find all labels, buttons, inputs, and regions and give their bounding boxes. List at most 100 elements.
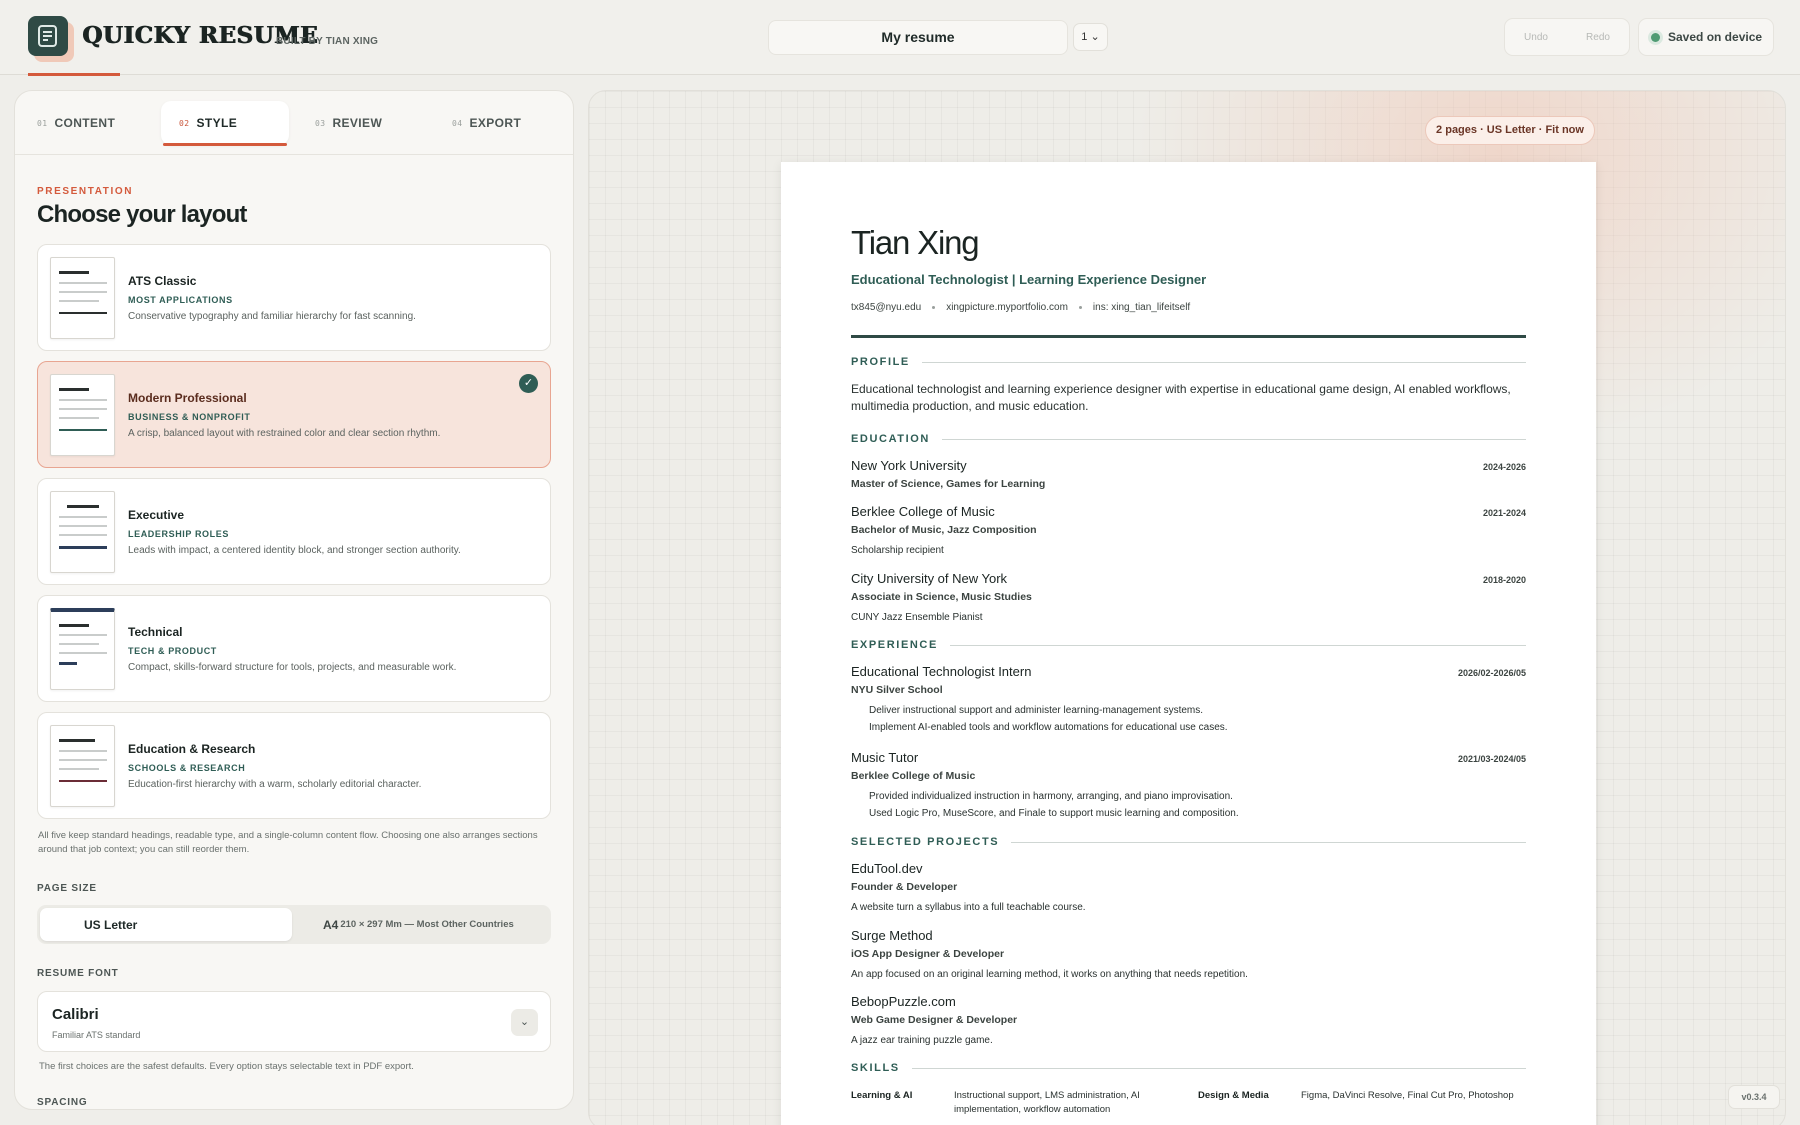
experience-role: Music Tutor [851, 750, 919, 765]
resume-name: Tian Xing [851, 224, 980, 261]
tab-export[interactable]: 04 EXPORT [434, 101, 562, 145]
project-name: BebopPuzzle.com [851, 994, 956, 1009]
project-role: Web Game Designer & Developer [851, 1014, 1018, 1026]
tab-number: 01 [37, 118, 48, 128]
undo-button[interactable]: Undo [1524, 32, 1548, 43]
skill-values: Figma, DaVinci Resolve, Final Cut Pro, P… [1301, 1090, 1514, 1101]
skill-category: Learning & AI [851, 1090, 913, 1101]
education-degree: Master of Science, Games for Learning [851, 478, 1046, 490]
layout-description: Compact, skills-forward structure for to… [128, 662, 457, 673]
experience-org: Berklee College of Music [851, 770, 976, 782]
tab-label: REVIEW [332, 116, 383, 130]
education-degree: Associate in Science, Music Studies [851, 591, 1032, 603]
layout-thumbnail [50, 725, 115, 807]
layout-thumbnail [50, 374, 115, 456]
document-icon [38, 25, 57, 47]
education-note: Scholarship recipient [851, 545, 944, 556]
contact-instagram: ins: xing_tian_lifeitself [1092, 302, 1191, 313]
brand-subtitle: BUILT BY TIAN XING [276, 36, 379, 47]
project-description: A jazz ear training puzzle game. [851, 1035, 993, 1046]
project-description: An app focused on an original learning m… [851, 969, 1248, 980]
status-dot-icon [1651, 32, 1660, 42]
style-panel: 01 CONTENT 02 STYLE 03 REVIEW 04 EXPORT … [14, 90, 574, 1110]
layout-thumbnail [50, 608, 115, 690]
tab-review[interactable]: 03 REVIEW [297, 101, 425, 145]
layout-card-education-research[interactable]: Education & Research SCHOOLS & RESEARCH … [37, 712, 551, 819]
page-size-a4[interactable]: A4 210 × 297 Mm — Most Other Countries [296, 908, 548, 941]
layout-name: Education & Research [128, 742, 256, 756]
layout-note: All five keep standard headings, readabl… [38, 830, 538, 855]
redo-button[interactable]: Redo [1586, 32, 1610, 43]
resume-font-label: RESUME FONT [37, 968, 119, 979]
resume-contact: tx845@nyu.edu xingpicture.myportfolio.co… [851, 302, 1190, 313]
page-size-label: PAGE SIZE [37, 883, 97, 894]
spacing-label: SPACING [37, 1097, 88, 1108]
tab-label: STYLE [196, 116, 238, 130]
tab-content[interactable]: 01 CONTENT [19, 101, 147, 145]
layout-description: A crisp, balanced layout with restrained… [128, 428, 441, 439]
project-role: iOS App Designer & Developer [851, 948, 1005, 960]
layout-card-ats-classic[interactable]: ATS Classic MOST APPLICATIONS Conservati… [37, 244, 551, 351]
section-heading-education: EDUCATION [851, 433, 1526, 445]
tab-number: 02 [179, 118, 190, 128]
resume-headline: Educational Technologist | Learning Expe… [851, 272, 1207, 287]
layout-name: Technical [128, 625, 183, 639]
section-heading-experience: EXPERIENCE [851, 639, 1526, 651]
header-rule [851, 335, 1526, 338]
resume-page: Tian Xing Educational Technologist | Lea… [781, 162, 1596, 1125]
layout-description: Leads with impact, a centered identity b… [128, 545, 461, 556]
layout-tag: SCHOOLS & RESEARCH [128, 763, 246, 773]
experience-bullet: Implement AI-enabled tools and workflow … [869, 722, 1228, 733]
page-size-toggle: US Letter A4 210 × 297 Mm — Most Other C… [37, 905, 551, 944]
education-school: Berklee College of Music [851, 504, 995, 519]
layout-card-technical[interactable]: Technical TECH & PRODUCT Compact, skills… [37, 595, 551, 702]
document-title-input[interactable]: My resume [768, 20, 1068, 55]
experience-bullet: Deliver instructional support and admini… [869, 705, 1204, 716]
font-note: The first choices are the safest default… [39, 1061, 414, 1072]
project-description: A website turn a syllabus into a full te… [851, 902, 1086, 913]
layout-tag: MOST APPLICATIONS [128, 295, 233, 305]
education-dates: 2021-2024 [1482, 508, 1526, 518]
experience-bullet: Provided individualized instruction in h… [869, 791, 1233, 802]
page-size-us-letter[interactable]: US Letter [40, 908, 292, 941]
layout-name: Executive [128, 508, 185, 522]
font-name: Calibri [52, 1006, 99, 1023]
contact-website: xingpicture.myportfolio.com [946, 302, 1068, 313]
layout-name: Modern Professional [128, 391, 247, 405]
resume-font-select[interactable]: Calibri Familiar ATS standard ⌄ [37, 991, 551, 1052]
version-badge: v0.3.4 [1728, 1085, 1780, 1109]
tab-style[interactable]: 02 STYLE [161, 101, 289, 146]
education-dates: 2018-2020 [1482, 575, 1526, 585]
top-bar: QUICKY RESUME BUILT BY TIAN XING My resu… [0, 0, 1800, 76]
tab-label: CONTENT [54, 116, 116, 130]
tab-number: 04 [452, 118, 463, 128]
undo-redo-group: Undo Redo [1504, 18, 1630, 56]
education-school: City University of New York [851, 571, 1008, 586]
check-icon: ✓ [519, 374, 538, 393]
section-eyebrow: PRESENTATION [37, 186, 134, 197]
layout-thumbnail [50, 491, 115, 573]
education-note: CUNY Jazz Ensemble Pianist [851, 612, 983, 623]
section-heading-projects: SELECTED PROJECTS [851, 836, 1526, 848]
resume-preview-area: 2 pages · US Letter · Fit now Tian Xing … [588, 90, 1786, 1125]
section-heading-skills: SKILLS [851, 1062, 1526, 1074]
contact-separator [932, 306, 936, 309]
experience-dates: 2021/03-2024/05 [1457, 754, 1526, 764]
education-school: New York University [851, 458, 967, 473]
document-switcher-dropdown[interactable]: 1 ⌄ [1073, 23, 1108, 51]
project-role: Founder & Developer [851, 881, 958, 893]
chevron-down-icon[interactable]: ⌄ [511, 1009, 538, 1036]
app-logo-icon[interactable] [28, 16, 68, 56]
contact-email: tx845@nyu.edu [851, 302, 922, 313]
layout-card-executive[interactable]: Executive LEADERSHIP ROLES Leads with im… [37, 478, 551, 585]
fit-now-button[interactable]: 2 pages · US Letter · Fit now [1425, 116, 1595, 145]
project-name: Surge Method [851, 928, 933, 943]
experience-role: Educational Technologist Intern [851, 664, 1032, 679]
layout-description: Education-first hierarchy with a warm, s… [128, 779, 422, 790]
layout-card-modern-professional[interactable]: Modern Professional BUSINESS & NONPROFIT… [37, 361, 551, 468]
layout-name: ATS Classic [128, 274, 197, 288]
skill-values: Instructional support, LMS administratio… [954, 1090, 1140, 1115]
tab-number: 03 [315, 118, 326, 128]
profile-text: Educational technologist and learning ex… [851, 382, 1511, 413]
education-dates: 2024-2026 [1482, 462, 1526, 472]
